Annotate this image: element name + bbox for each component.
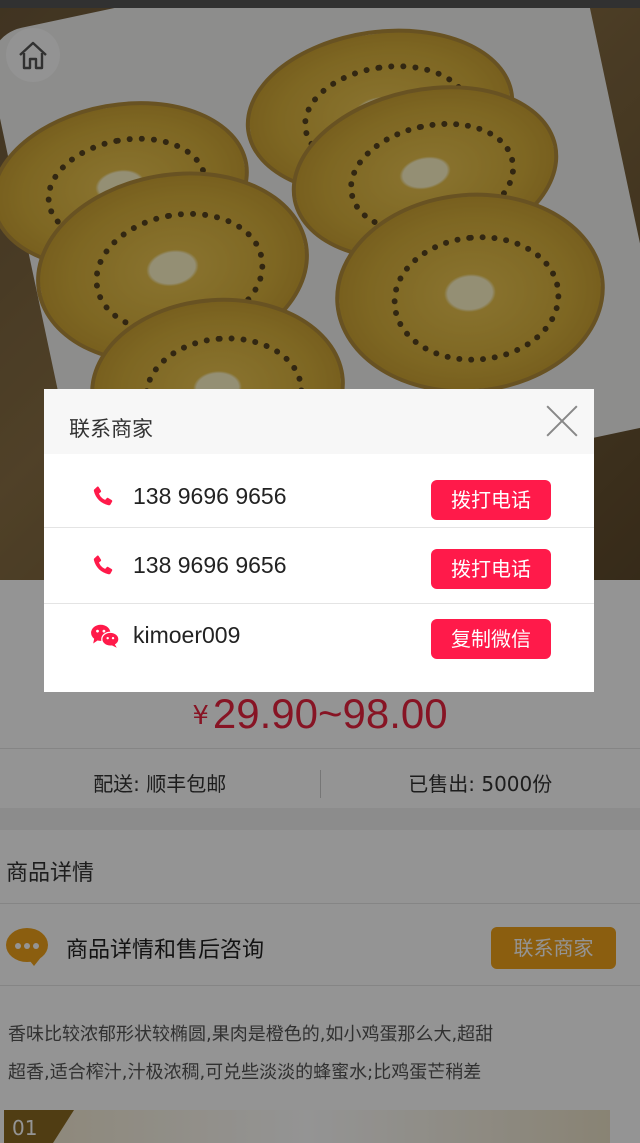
wechat-id: kimoer009	[133, 622, 241, 648]
dialog-title: 联系商家	[69, 417, 153, 441]
copy-wechat-button[interactable]: 复制微信	[431, 619, 551, 659]
phone-icon	[93, 555, 113, 575]
call-button[interactable]: 拨打电话	[431, 549, 551, 589]
call-button[interactable]: 拨打电话	[431, 480, 551, 520]
contact-row-phone-2: 138 9696 9656 拨打电话	[44, 531, 594, 601]
wechat-icon	[91, 624, 120, 648]
divider	[44, 527, 594, 528]
contact-row-phone-1: 138 9696 9656 拨打电话	[44, 462, 594, 532]
phone-number: 138 9696 9656	[133, 552, 287, 578]
close-icon[interactable]	[544, 403, 580, 439]
phone-number: 138 9696 9656	[133, 483, 287, 509]
contact-row-wechat: kimoer009 复制微信	[44, 601, 594, 671]
phone-icon	[93, 486, 113, 506]
contact-merchant-dialog: 联系商家 138 9696 9656 拨打电话 138 9696 9656 拨打…	[44, 389, 594, 692]
dialog-header: 联系商家	[44, 389, 594, 454]
